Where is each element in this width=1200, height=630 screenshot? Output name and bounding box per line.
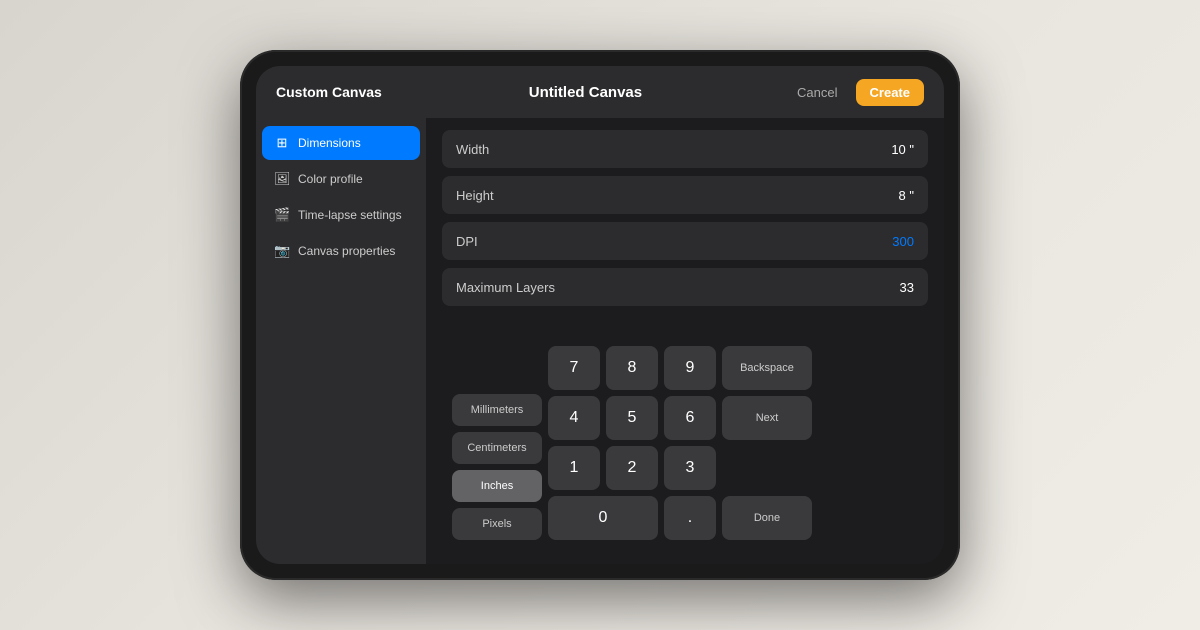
unit-column: Millimeters Centimeters Inches Pixels <box>452 394 542 540</box>
sidebar-item-dimensions[interactable]: ⊞ Dimensions <box>262 126 420 160</box>
dpi-value: 300 <box>892 234 914 249</box>
max-layers-label: Maximum Layers <box>456 280 555 295</box>
header: Custom Canvas Untitled Canvas Cancel Cre… <box>256 66 944 118</box>
sidebar-label-timelapse: Time-lapse settings <box>298 208 402 222</box>
num-3[interactable]: 3 <box>664 446 716 490</box>
dpi-field[interactable]: DPI 300 <box>442 222 928 260</box>
num-5[interactable]: 5 <box>606 396 658 440</box>
done-wrapper: Done <box>722 446 812 540</box>
num-6[interactable]: 6 <box>664 396 716 440</box>
dpi-label: DPI <box>456 234 478 249</box>
done-spacer <box>722 446 812 490</box>
next-button[interactable]: Next <box>722 396 812 440</box>
height-label: Height <box>456 188 494 203</box>
unit-centimeters[interactable]: Centimeters <box>452 432 542 464</box>
header-actions: Cancel Create <box>789 79 924 106</box>
action-column: Backspace Next Done <box>722 346 812 540</box>
sidebar: ⊞ Dimensions 🖼 Color profile 🎬 Time-laps… <box>256 118 426 564</box>
num-1[interactable]: 1 <box>548 446 600 490</box>
sidebar-label-canvas-properties: Canvas properties <box>298 244 395 258</box>
numpad-grid: 7 8 9 4 5 6 1 2 3 0 . <box>548 346 716 540</box>
num-0[interactable]: 0 <box>548 496 658 540</box>
app-title: Custom Canvas <box>276 84 382 100</box>
width-label: Width <box>456 142 489 157</box>
sidebar-item-timelapse[interactable]: 🎬 Time-lapse settings <box>262 198 420 232</box>
width-field[interactable]: Width 10 " <box>442 130 928 168</box>
tablet-screen: Custom Canvas Untitled Canvas Cancel Cre… <box>256 66 944 564</box>
canvas-properties-icon: 📷 <box>274 243 290 259</box>
height-field[interactable]: Height 8 " <box>442 176 928 214</box>
max-layers-value: 33 <box>900 280 914 295</box>
num-2[interactable]: 2 <box>606 446 658 490</box>
right-panel: Width 10 " Height 8 " DPI 300 Maximum La… <box>426 118 944 564</box>
backspace-button[interactable]: Backspace <box>722 346 812 390</box>
num-9[interactable]: 9 <box>664 346 716 390</box>
unit-pixels[interactable]: Pixels <box>452 508 542 540</box>
canvas-name: Untitled Canvas <box>529 84 642 101</box>
numpad-area: Millimeters Centimeters Inches Pixels 7 … <box>442 338 928 552</box>
dimensions-icon: ⊞ <box>274 135 290 151</box>
unit-millimeters[interactable]: Millimeters <box>452 394 542 426</box>
num-7[interactable]: 7 <box>548 346 600 390</box>
width-value: 10 " <box>891 142 914 157</box>
sidebar-label-color-profile: Color profile <box>298 172 363 186</box>
num-dot[interactable]: . <box>664 496 716 540</box>
tablet: Custom Canvas Untitled Canvas Cancel Cre… <box>240 50 960 580</box>
sidebar-label-dimensions: Dimensions <box>298 136 361 150</box>
height-value: 8 " <box>899 188 914 203</box>
main-content: ⊞ Dimensions 🖼 Color profile 🎬 Time-laps… <box>256 118 944 564</box>
sidebar-item-canvas-properties[interactable]: 📷 Canvas properties <box>262 234 420 268</box>
header-title-section: Custom Canvas <box>276 84 382 100</box>
unit-inches[interactable]: Inches <box>452 470 542 502</box>
create-button[interactable]: Create <box>856 79 924 106</box>
color-profile-icon: 🖼 <box>274 171 290 187</box>
num-8[interactable]: 8 <box>606 346 658 390</box>
num-4[interactable]: 4 <box>548 396 600 440</box>
timelapse-icon: 🎬 <box>274 207 290 223</box>
sidebar-item-color-profile[interactable]: 🖼 Color profile <box>262 162 420 196</box>
done-button[interactable]: Done <box>722 496 812 540</box>
spacer <box>442 314 928 330</box>
cancel-button[interactable]: Cancel <box>789 81 845 104</box>
max-layers-field[interactable]: Maximum Layers 33 <box>442 268 928 306</box>
